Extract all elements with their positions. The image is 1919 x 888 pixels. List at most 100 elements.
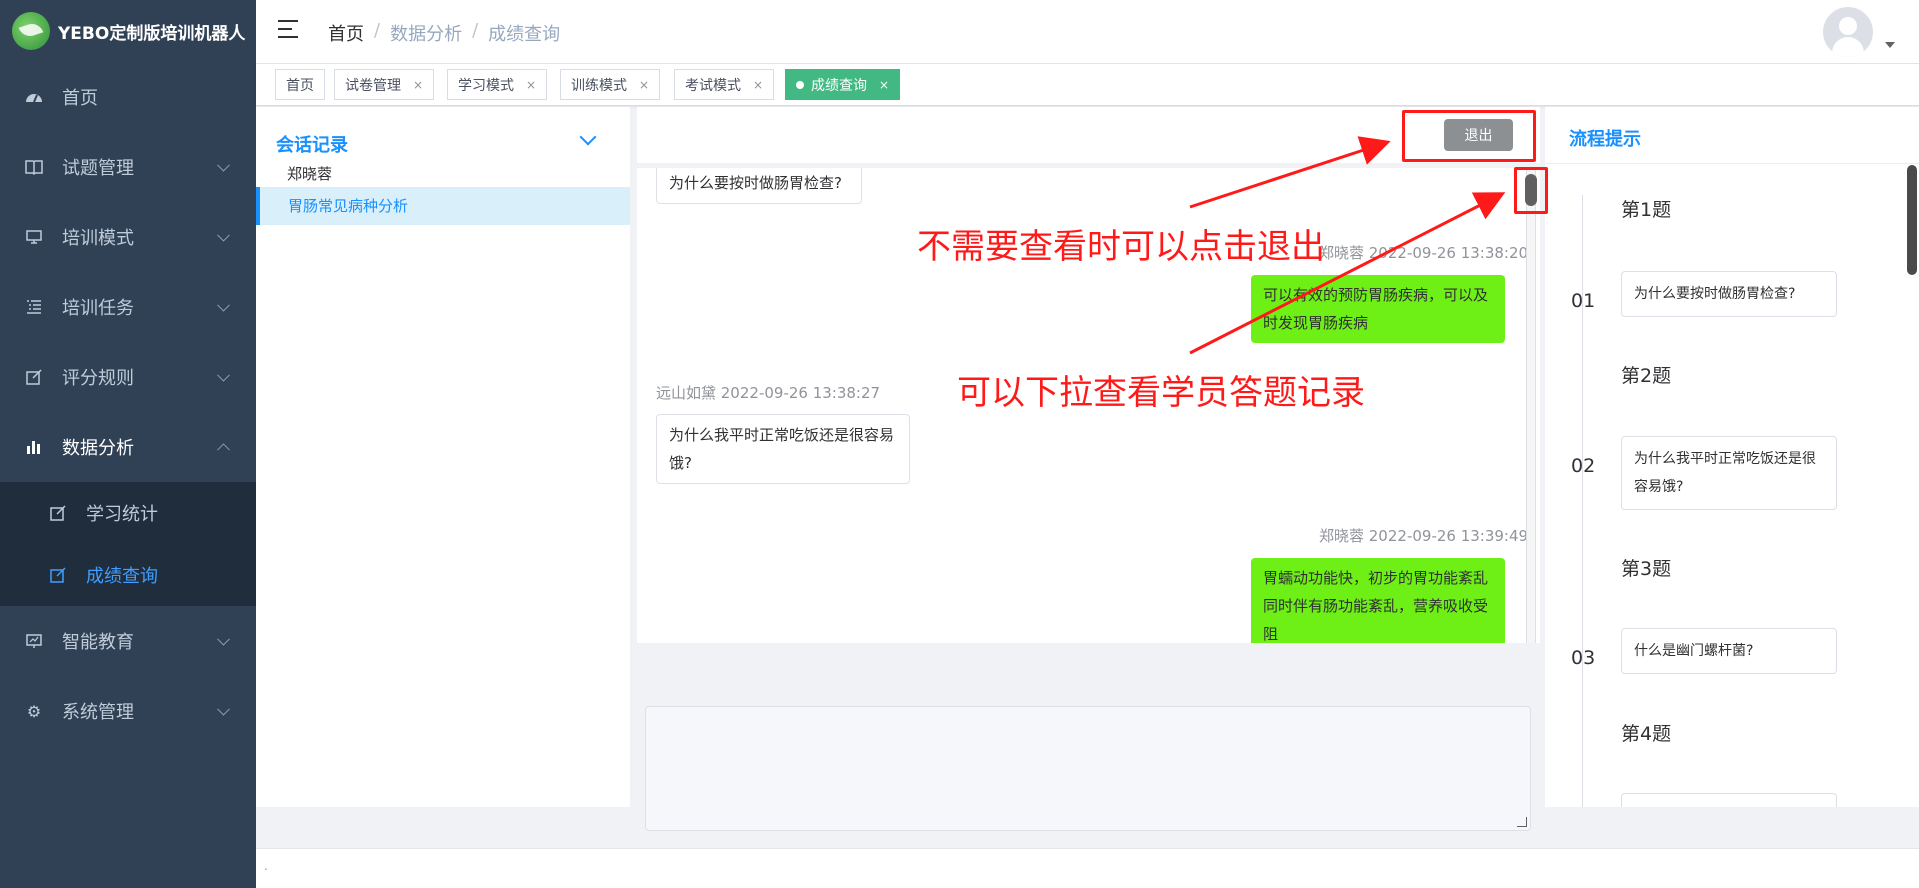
session-user[interactable]: 郑晓蓉 bbox=[287, 163, 332, 184]
chat-meta: 郑晓蓉 2022-09-26 13:38:20 bbox=[1319, 244, 1529, 262]
sidebar-item-label: 培训模式 bbox=[62, 228, 134, 249]
process-panel: 流程提示 第1题 01 为什么要按时做肠胃检查? 第2题 02 为什么我平时正常… bbox=[1545, 107, 1919, 807]
step-number: 03 bbox=[1571, 647, 1596, 669]
tag-exam-mode[interactable]: 考试模式 × bbox=[674, 69, 775, 100]
session-title: 会话记录 bbox=[276, 135, 348, 156]
chevron-down-icon bbox=[217, 702, 230, 716]
session-item[interactable]: 胃肠常见病种分析 bbox=[256, 187, 630, 225]
sidebar-item-label: 系统管理 bbox=[62, 702, 134, 723]
chevron-down-icon[interactable] bbox=[579, 128, 597, 146]
footer-text: . bbox=[264, 859, 268, 873]
close-icon[interactable]: × bbox=[639, 78, 649, 92]
top-navbar: 首页 / 数据分析 / 成绩查询 bbox=[256, 0, 1919, 64]
chat-bubble-right: 胃蠕动功能快，初步的胃功能紊乱同时伴有肠功能紊乱，营养吸收受阻 bbox=[1251, 558, 1505, 643]
breadcrumb-item-score-query: 成绩查询 bbox=[488, 24, 561, 45]
session-panel: 会话记录 郑晓蓉 胃肠常见病种分析 bbox=[256, 107, 630, 807]
sidebar-item-label: 数据分析 bbox=[62, 438, 134, 459]
sidebar-item-learning-stats[interactable]: 学习统计 bbox=[0, 482, 256, 544]
close-icon[interactable]: × bbox=[526, 78, 536, 92]
caret-down-icon[interactable] bbox=[1885, 42, 1895, 48]
breadcrumb-item-home[interactable]: 首页 bbox=[328, 20, 364, 46]
breadcrumb-item-data-analysis: 数据分析 bbox=[390, 24, 463, 45]
annotation-box-scrollbar bbox=[1514, 167, 1548, 214]
edit-icon bbox=[48, 503, 68, 523]
edit-icon bbox=[48, 565, 68, 585]
close-icon[interactable]: × bbox=[753, 78, 763, 92]
sidebar-item-question-management[interactable]: 试题管理 bbox=[0, 132, 256, 202]
tag-score-query[interactable]: 成绩查询 × bbox=[785, 69, 901, 100]
sidebar-item-system-management[interactable]: ⚙ 系统管理 bbox=[0, 676, 256, 746]
logo-text: YEBO定制版培训机器人 bbox=[58, 23, 246, 44]
tag-label: 考试模式 bbox=[685, 77, 741, 94]
annotation-exit-hint: 不需要查看时可以点击退出 bbox=[917, 227, 1325, 267]
tag-paper-management[interactable]: 试卷管理 × bbox=[334, 69, 435, 100]
step-number: 01 bbox=[1571, 290, 1596, 312]
chat-bubble-right: 可以有效的预防胃肠疾病，可以及时发现胃肠疾病 bbox=[1251, 275, 1505, 343]
resize-handle-icon[interactable] bbox=[1517, 817, 1527, 827]
dashboard-icon bbox=[24, 87, 44, 107]
sidebar: YEBO定制版培训机器人 首页 试题管理 培训模式 培训任务 评分规则 数据分析… bbox=[0, 0, 256, 888]
process-scrollbar-thumb[interactable] bbox=[1907, 165, 1917, 275]
chart-icon bbox=[24, 437, 44, 457]
sidebar-item-data-analysis[interactable]: 数据分析 bbox=[0, 412, 256, 482]
close-icon[interactable]: × bbox=[413, 78, 423, 92]
annotation-scroll-hint: 可以下拉查看学员答题记录 bbox=[957, 373, 1365, 413]
chat-bubble-left: 为什么我平时正常吃饭还是很容易饿? bbox=[656, 414, 910, 484]
chat-scrollbar[interactable] bbox=[1526, 168, 1536, 643]
sidebar-item-home[interactable]: 首页 bbox=[0, 62, 256, 132]
divider bbox=[1545, 163, 1919, 164]
sidebar-item-training-task[interactable]: 培训任务 bbox=[0, 272, 256, 342]
sidebar-item-label: 评分规则 bbox=[62, 368, 134, 389]
step-title: 第1题 bbox=[1621, 199, 1672, 221]
step-question bbox=[1621, 793, 1837, 807]
tag-label: 首页 bbox=[286, 77, 314, 94]
annotation-box-exit bbox=[1402, 110, 1536, 162]
sidebar-item-label: 学习统计 bbox=[86, 504, 158, 525]
breadcrumb-separator: / bbox=[472, 20, 479, 41]
sidebar-item-training-mode[interactable]: 培训模式 bbox=[0, 202, 256, 272]
tag-study-mode[interactable]: 学习模式 × bbox=[447, 69, 548, 100]
message-input[interactable] bbox=[645, 706, 1531, 831]
step-number: 02 bbox=[1571, 455, 1596, 477]
chat-meta: 远山如黛 2022-09-26 13:38:27 bbox=[656, 384, 881, 402]
step-title: 第3题 bbox=[1621, 558, 1672, 580]
sidebar-item-score-query[interactable]: 成绩查询 bbox=[0, 544, 256, 606]
process-title: 流程提示 bbox=[1569, 129, 1641, 150]
step-title: 第4题 bbox=[1621, 723, 1672, 745]
tag-practice-mode[interactable]: 训练模式 × bbox=[560, 69, 661, 100]
submenu-data-analysis: 学习统计 成绩查询 bbox=[0, 482, 256, 606]
tag-label: 训练模式 bbox=[571, 77, 627, 94]
tag-label: 成绩查询 bbox=[811, 77, 867, 94]
avatar[interactable] bbox=[1823, 7, 1873, 57]
chevron-down-icon bbox=[217, 632, 230, 646]
list-icon bbox=[24, 297, 44, 317]
gear-icon: ⚙ bbox=[26, 701, 42, 721]
close-icon[interactable]: × bbox=[879, 78, 889, 92]
footer: . bbox=[256, 848, 1919, 888]
sidebar-item-label: 智能教育 bbox=[62, 632, 134, 653]
presentation-icon bbox=[24, 631, 44, 651]
chat-meta: 郑晓蓉 2022-09-26 13:39:49 bbox=[1319, 527, 1529, 545]
breadcrumb-separator: / bbox=[374, 20, 381, 41]
chat-bubble-left: 为什么要按时做肠胃检查? bbox=[656, 168, 862, 204]
hamburger-icon[interactable] bbox=[278, 20, 298, 38]
sidebar-item-smart-education[interactable]: 智能教育 bbox=[0, 606, 256, 676]
tag-home[interactable]: 首页 bbox=[275, 69, 325, 100]
step-question: 为什么要按时做肠胃检查? bbox=[1621, 271, 1837, 317]
chevron-down-icon bbox=[217, 368, 230, 382]
edit-icon bbox=[24, 367, 44, 387]
sidebar-item-label: 首页 bbox=[62, 88, 98, 109]
timeline-line bbox=[1582, 195, 1583, 807]
step-question: 什么是幽门螺杆菌? bbox=[1621, 628, 1837, 674]
logo-icon bbox=[12, 12, 50, 50]
tag-label: 学习模式 bbox=[458, 77, 514, 94]
book-icon bbox=[24, 157, 44, 177]
sidebar-item-label: 培训任务 bbox=[62, 298, 134, 319]
breadcrumb: 首页 / 数据分析 / 成绩查询 bbox=[328, 20, 560, 46]
logo: YEBO定制版培训机器人 bbox=[0, 0, 256, 62]
chevron-down-icon bbox=[217, 298, 230, 312]
chevron-down-icon bbox=[217, 158, 230, 172]
chevron-down-icon bbox=[217, 228, 230, 242]
step-question: 为什么我平时正常吃饭还是很容易饿? bbox=[1621, 436, 1837, 510]
sidebar-item-scoring-rules[interactable]: 评分规则 bbox=[0, 342, 256, 412]
